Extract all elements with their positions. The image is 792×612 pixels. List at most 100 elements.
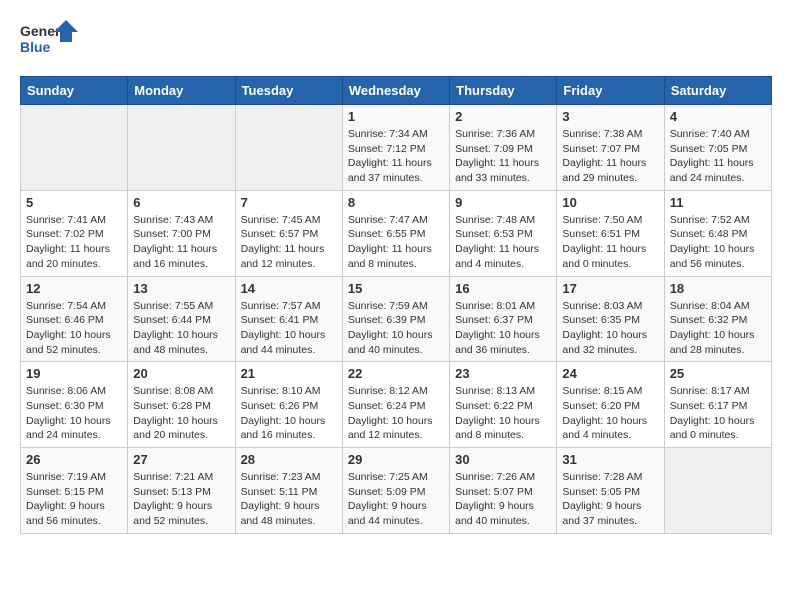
calendar-cell: 4 Sunrise: 7:40 AM Sunset: 7:05 PM Daylig… <box>664 105 771 191</box>
calendar-cell: 12 Sunrise: 7:54 AM Sunset: 6:46 PM Dayli… <box>21 276 128 362</box>
calendar-cell: 22Sunrise: 8:12 AM Sunset: 6:24 PM Dayli… <box>342 362 449 448</box>
calendar-cell: 28Sunrise: 7:23 AM Sunset: 5:11 PM Dayli… <box>235 448 342 534</box>
day-info: Sunrise: 8:06 AM Sunset: 6:30 PM Dayligh… <box>26 384 122 443</box>
day-info: Sunrise: 8:13 AM Sunset: 6:22 PM Dayligh… <box>455 384 551 443</box>
weekday-header-saturday: Saturday <box>664 77 771 105</box>
day-number: 19 <box>26 366 122 381</box>
day-info: Sunrise: 8:04 AM Sunset: 6:32 PM Dayligh… <box>670 299 766 358</box>
day-number: 29 <box>348 452 444 467</box>
day-info: Sunrise: 7:38 AM Sunset: 7:07 PM Dayligh… <box>562 127 658 186</box>
day-info: Sunrise: 7:52 AM Sunset: 6:48 PM Dayligh… <box>670 213 766 272</box>
weekday-header-sunday: Sunday <box>21 77 128 105</box>
day-number: 4 <box>670 109 766 124</box>
day-info: Sunrise: 7:21 AM Sunset: 5:13 PM Dayligh… <box>133 470 229 529</box>
logo-svg: GeneralBlue <box>20 20 80 60</box>
day-number: 18 <box>670 281 766 296</box>
calendar-cell: 19 Sunrise: 8:06 AM Sunset: 6:30 PM Dayli… <box>21 362 128 448</box>
day-number: 23 <box>455 366 551 381</box>
day-info: Sunrise: 7:54 AM Sunset: 6:46 PM Dayligh… <box>26 299 122 358</box>
day-number: 10 <box>562 195 658 210</box>
calendar-cell: 5 Sunrise: 7:41 AM Sunset: 7:02 PM Daylig… <box>21 190 128 276</box>
calendar-cell: 31 Sunrise: 7:28 AM Sunset: 5:05 PM Dayli… <box>557 448 664 534</box>
calendar-cell: 27 Sunrise: 7:21 AM Sunset: 5:13 PM Dayli… <box>128 448 235 534</box>
weekday-header-wednesday: Wednesday <box>342 77 449 105</box>
day-number: 16 <box>455 281 551 296</box>
day-number: 3 <box>562 109 658 124</box>
day-info: Sunrise: 7:43 AM Sunset: 7:00 PM Dayligh… <box>133 213 229 272</box>
day-number: 31 <box>562 452 658 467</box>
day-number: 8 <box>348 195 444 210</box>
calendar-cell: 23 Sunrise: 8:13 AM Sunset: 6:22 PM Dayli… <box>450 362 557 448</box>
day-number: 25 <box>670 366 766 381</box>
day-number: 21 <box>241 366 337 381</box>
calendar-cell: 1 Sunrise: 7:34 AM Sunset: 7:12 PM Daylig… <box>342 105 449 191</box>
day-info: Sunrise: 7:36 AM Sunset: 7:09 PM Dayligh… <box>455 127 551 186</box>
weekday-header-thursday: Thursday <box>450 77 557 105</box>
day-info: Sunrise: 8:03 AM Sunset: 6:35 PM Dayligh… <box>562 299 658 358</box>
day-info: Sunrise: 7:55 AM Sunset: 6:44 PM Dayligh… <box>133 299 229 358</box>
weekday-header-friday: Friday <box>557 77 664 105</box>
calendar-week-3: 12 Sunrise: 7:54 AM Sunset: 6:46 PM Dayli… <box>21 276 772 362</box>
calendar-cell: 14Sunrise: 7:57 AM Sunset: 6:41 PM Dayli… <box>235 276 342 362</box>
day-info: Sunrise: 7:23 AM Sunset: 5:11 PM Dayligh… <box>241 470 337 529</box>
day-number: 2 <box>455 109 551 124</box>
calendar-week-2: 5 Sunrise: 7:41 AM Sunset: 7:02 PM Daylig… <box>21 190 772 276</box>
day-info: Sunrise: 7:19 AM Sunset: 5:15 PM Dayligh… <box>26 470 122 529</box>
calendar-cell <box>664 448 771 534</box>
calendar-week-1: 1 Sunrise: 7:34 AM Sunset: 7:12 PM Daylig… <box>21 105 772 191</box>
calendar-cell: 17 Sunrise: 8:03 AM Sunset: 6:35 PM Dayli… <box>557 276 664 362</box>
calendar-cell: 24 Sunrise: 8:15 AM Sunset: 6:20 PM Dayli… <box>557 362 664 448</box>
calendar-cell: 2 Sunrise: 7:36 AM Sunset: 7:09 PM Daylig… <box>450 105 557 191</box>
day-number: 15 <box>348 281 444 296</box>
day-info: Sunrise: 7:48 AM Sunset: 6:53 PM Dayligh… <box>455 213 551 272</box>
svg-text:Blue: Blue <box>20 39 51 55</box>
calendar-cell: 18 Sunrise: 8:04 AM Sunset: 6:32 PM Dayli… <box>664 276 771 362</box>
day-info: Sunrise: 8:01 AM Sunset: 6:37 PM Dayligh… <box>455 299 551 358</box>
weekday-header-tuesday: Tuesday <box>235 77 342 105</box>
day-number: 26 <box>26 452 122 467</box>
day-number: 24 <box>562 366 658 381</box>
calendar-cell: 16 Sunrise: 8:01 AM Sunset: 6:37 PM Dayli… <box>450 276 557 362</box>
day-number: 6 <box>133 195 229 210</box>
day-number: 9 <box>455 195 551 210</box>
page-header: GeneralBlue <box>20 20 772 60</box>
day-info: Sunrise: 7:28 AM Sunset: 5:05 PM Dayligh… <box>562 470 658 529</box>
day-number: 20 <box>133 366 229 381</box>
day-number: 1 <box>348 109 444 124</box>
logo: GeneralBlue <box>20 20 80 60</box>
day-info: Sunrise: 7:50 AM Sunset: 6:51 PM Dayligh… <box>562 213 658 272</box>
day-info: Sunrise: 8:10 AM Sunset: 6:26 PM Dayligh… <box>241 384 337 443</box>
day-info: Sunrise: 7:57 AM Sunset: 6:41 PM Dayligh… <box>241 299 337 358</box>
day-info: Sunrise: 8:08 AM Sunset: 6:28 PM Dayligh… <box>133 384 229 443</box>
weekday-header-row: SundayMondayTuesdayWednesdayThursdayFrid… <box>21 77 772 105</box>
calendar-cell <box>21 105 128 191</box>
day-number: 12 <box>26 281 122 296</box>
day-info: Sunrise: 8:15 AM Sunset: 6:20 PM Dayligh… <box>562 384 658 443</box>
day-info: Sunrise: 7:40 AM Sunset: 7:05 PM Dayligh… <box>670 127 766 186</box>
day-info: Sunrise: 8:17 AM Sunset: 6:17 PM Dayligh… <box>670 384 766 443</box>
calendar-cell: 15 Sunrise: 7:59 AM Sunset: 6:39 PM Dayli… <box>342 276 449 362</box>
calendar-cell <box>235 105 342 191</box>
calendar-cell: 3 Sunrise: 7:38 AM Sunset: 7:07 PM Daylig… <box>557 105 664 191</box>
calendar-cell: 6 Sunrise: 7:43 AM Sunset: 7:00 PM Daylig… <box>128 190 235 276</box>
day-number: 22 <box>348 366 444 381</box>
day-number: 27 <box>133 452 229 467</box>
day-info: Sunrise: 7:41 AM Sunset: 7:02 PM Dayligh… <box>26 213 122 272</box>
calendar-cell: 7Sunrise: 7:45 AM Sunset: 6:57 PM Daylig… <box>235 190 342 276</box>
day-info: Sunrise: 7:47 AM Sunset: 6:55 PM Dayligh… <box>348 213 444 272</box>
calendar-cell: 10 Sunrise: 7:50 AM Sunset: 6:51 PM Dayli… <box>557 190 664 276</box>
day-number: 5 <box>26 195 122 210</box>
calendar-cell: 8 Sunrise: 7:47 AM Sunset: 6:55 PM Daylig… <box>342 190 449 276</box>
day-number: 17 <box>562 281 658 296</box>
day-number: 7 <box>241 195 337 210</box>
calendar-cell: 11 Sunrise: 7:52 AM Sunset: 6:48 PM Dayli… <box>664 190 771 276</box>
calendar-cell: 26 Sunrise: 7:19 AM Sunset: 5:15 PM Dayli… <box>21 448 128 534</box>
calendar-cell: 13Sunrise: 7:55 AM Sunset: 6:44 PM Dayli… <box>128 276 235 362</box>
calendar-table: SundayMondayTuesdayWednesdayThursdayFrid… <box>20 76 772 534</box>
day-info: Sunrise: 7:34 AM Sunset: 7:12 PM Dayligh… <box>348 127 444 186</box>
day-number: 11 <box>670 195 766 210</box>
day-info: Sunrise: 7:59 AM Sunset: 6:39 PM Dayligh… <box>348 299 444 358</box>
day-number: 30 <box>455 452 551 467</box>
day-info: Sunrise: 7:26 AM Sunset: 5:07 PM Dayligh… <box>455 470 551 529</box>
calendar-cell <box>128 105 235 191</box>
